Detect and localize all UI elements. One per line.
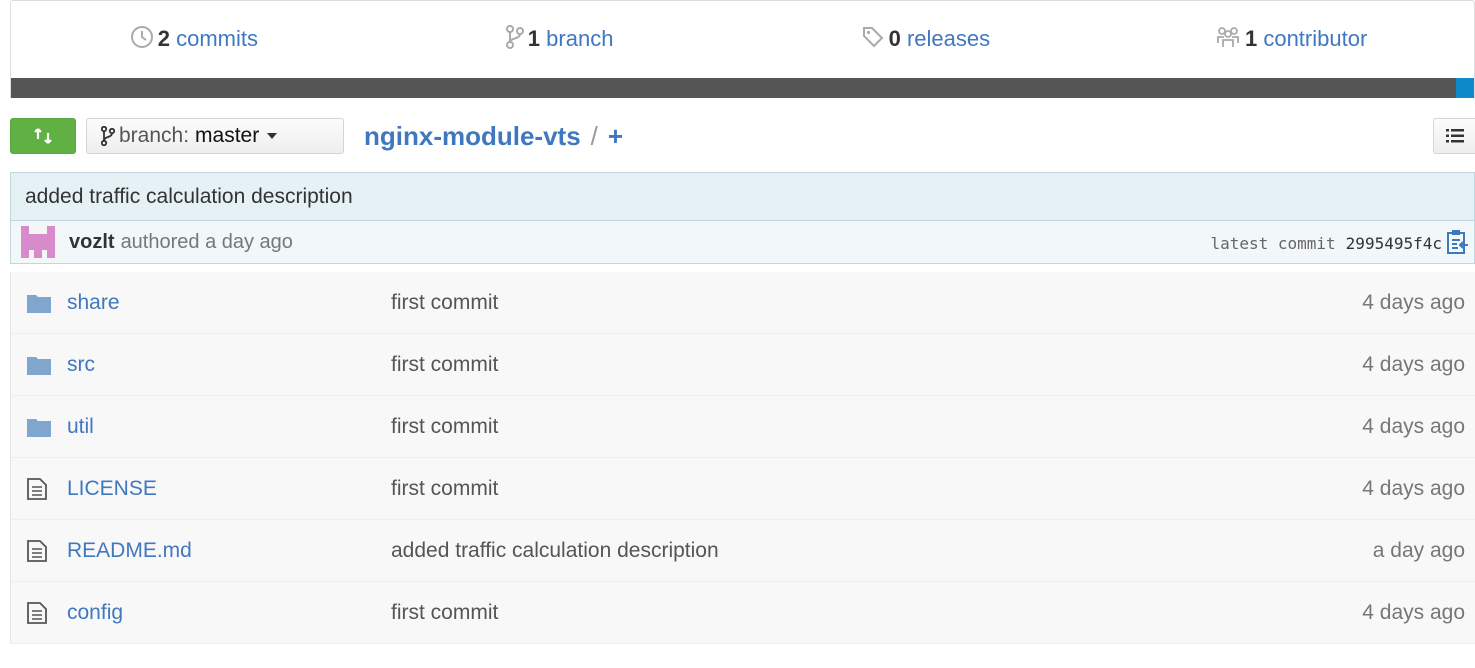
commit-tease: added traffic calculation description vo… <box>10 172 1475 264</box>
file-row[interactable]: src first commit 4 days ago <box>11 334 1475 396</box>
directory-icon <box>27 417 53 437</box>
contributors-link[interactable]: 1 contributor <box>1108 25 1474 55</box>
file-age: a day ago <box>1372 538 1465 562</box>
branch-prefix: branch: <box>119 124 190 147</box>
releases-label: releases <box>906 26 991 51</box>
contributors-count: 1 <box>1244 26 1258 51</box>
file-age: 4 days ago <box>1362 290 1465 314</box>
file-age: 4 days ago <box>1362 352 1465 376</box>
branches-link[interactable]: 1 branch <box>377 25 743 55</box>
branches-count: 1 <box>527 26 541 51</box>
commit-message[interactable]: added traffic calculation description <box>25 185 353 209</box>
directory-icon <box>27 293 53 313</box>
history-icon <box>130 25 154 55</box>
language-bar[interactable] <box>11 78 1474 98</box>
file-navigation: branch: master nginx-module-vts / + <box>10 118 1475 156</box>
file-row[interactable]: util first commit 4 days ago <box>11 396 1475 458</box>
branch-select-button[interactable]: branch: master <box>86 118 344 154</box>
file-row[interactable]: LICENSE first commit 4 days ago <box>11 458 1475 520</box>
commit-sha-link[interactable]: 2995495f4c <box>1346 234 1442 253</box>
breadcrumb: nginx-module-vts / + <box>364 118 623 154</box>
latest-commit-label: latest commit <box>1210 233 1336 253</box>
releases-count: 0 <box>888 26 901 51</box>
chevron-down-icon <box>267 133 278 139</box>
file-name-link[interactable]: share <box>67 291 120 315</box>
clipboard-icon[interactable] <box>1446 229 1470 257</box>
compare-icon <box>34 128 52 144</box>
branch-icon <box>505 25 524 55</box>
compare-button[interactable] <box>10 118 76 154</box>
commit-author-link[interactable]: vozlt <box>69 231 115 254</box>
file-text-icon <box>27 601 53 624</box>
file-row[interactable]: config first commit 4 days ago <box>11 582 1475 644</box>
commits-link[interactable]: 2 commits <box>11 25 377 55</box>
file-list: share first commit 4 days ago src first comm… <box>10 272 1475 644</box>
releases-link[interactable]: 0 releases <box>743 25 1109 55</box>
latest-commit: latest commit 2995495f4c <box>1210 221 1442 265</box>
branches-label: branch <box>546 26 614 51</box>
directory-icon <box>27 355 53 375</box>
file-text-icon <box>27 539 53 562</box>
commits-label: commits <box>176 26 258 51</box>
list-icon <box>1445 129 1464 143</box>
file-age: 4 days ago <box>1362 476 1465 500</box>
file-name-link[interactable]: LICENSE <box>67 477 157 501</box>
numbers-summary: 2 commits 1 branch 0 releases 1 contribu… <box>10 0 1475 98</box>
file-text-icon <box>27 477 53 500</box>
branch-name: master <box>195 124 260 147</box>
file-row[interactable]: README.md added traffic calculation descr… <box>11 520 1475 582</box>
language-segment-secondary[interactable] <box>1456 78 1474 98</box>
branch-icon <box>101 126 115 146</box>
commit-meta: vozlt authored a day ago latest commit 2… <box>10 220 1475 264</box>
file-commit-message-link[interactable]: first commit <box>391 477 498 501</box>
file-age: 4 days ago <box>1362 600 1465 624</box>
language-segment-primary[interactable] <box>11 78 1456 98</box>
file-age: 4 days ago <box>1362 414 1465 438</box>
commit-authored-time: authored a day ago <box>120 230 293 253</box>
avatar[interactable] <box>21 226 55 258</box>
tag-icon <box>861 25 885 55</box>
contributors-label: contributor <box>1263 26 1368 51</box>
toggle-list-button[interactable] <box>1433 118 1475 154</box>
organization-icon <box>1215 25 1241 55</box>
file-commit-message-link[interactable]: first commit <box>391 601 498 625</box>
file-commit-message-link[interactable]: first commit <box>391 415 498 439</box>
breadcrumb-separator: / <box>590 120 598 151</box>
new-file-link[interactable]: + <box>608 121 623 152</box>
file-name-link[interactable]: README.md <box>67 539 192 563</box>
file-name-link[interactable]: src <box>67 353 95 377</box>
file-row[interactable]: share first commit 4 days ago <box>11 272 1475 334</box>
file-commit-message-link[interactable]: added traffic calculation description <box>391 539 719 563</box>
commits-count: 2 <box>157 26 170 51</box>
commit-title: added traffic calculation description <box>10 172 1475 220</box>
file-name-link[interactable]: config <box>67 601 123 625</box>
file-commit-message-link[interactable]: first commit <box>391 353 498 377</box>
file-commit-message-link[interactable]: first commit <box>391 291 498 315</box>
repo-name-link[interactable]: nginx-module-vts <box>364 121 581 152</box>
file-name-link[interactable]: util <box>67 415 94 439</box>
